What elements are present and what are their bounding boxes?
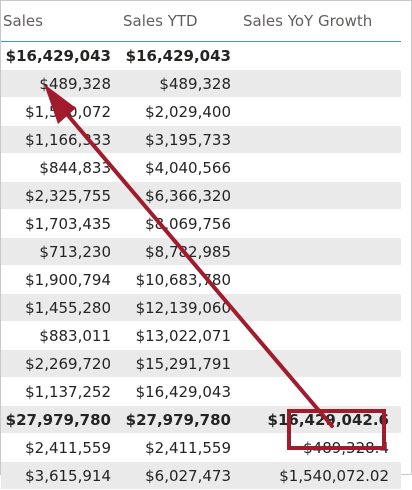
column-header-sales-ytd[interactable]: Sales YTD [117,1,237,42]
matrix-body: $16,429,043 $16,429,043 $489,328 $489,328 $1… [1,41,401,490]
sales-matrix-table: Sales Sales YTD Sales YoY Growth $16,429… [1,1,401,490]
sales-cell: $713,230 [1,237,117,266]
sales-cell: $1,455,280 [1,293,117,322]
sales-cell: $1,137,252 [1,377,117,406]
sales-yoy-growth-cell [237,265,401,294]
header-row: Sales Sales YTD Sales YoY Growth [1,1,401,42]
sales-yoy-growth-cell [237,153,401,182]
sales-cell: $16,429,043 [1,41,117,70]
table-row: $16,429,043 $16,429,043 [1,41,401,70]
sales-ytd-cell: $8,069,756 [117,209,237,238]
sales-cell: $1,900,794 [1,265,117,294]
sales-yoy-growth-cell [237,181,401,210]
table-row: $713,230 $8,782,985 [1,237,401,266]
table-row: $27,979,780 $27,979,780 $16,429,042.6 [1,405,401,434]
sales-yoy-growth-cell [237,293,401,322]
sales-cell: $2,269,720 [1,349,117,378]
table-row: $1,137,252 $16,429,043 [1,377,401,406]
sales-ytd-cell: $15,291,791 [117,349,237,378]
table-row: $2,325,755 $6,366,320 [1,181,401,210]
matrix-visual: Sales Sales YTD Sales YoY Growth $16,429… [0,0,412,490]
sales-ytd-cell: $489,328 [117,69,237,98]
sales-ytd-cell: $6,366,320 [117,181,237,210]
column-header-sales-yoy-growth[interactable]: Sales YoY Growth [237,1,401,42]
sales-yoy-growth-cell: $16,429,042.6 [237,405,401,434]
sales-yoy-growth-cell: $1,540,072.02 [237,461,401,490]
sales-yoy-growth-cell [237,237,401,266]
sales-yoy-growth-cell [237,97,401,126]
table-row: $489,328 $489,328 [1,69,401,98]
sales-yoy-growth-cell [237,69,401,98]
sales-cell: $883,011 [1,321,117,350]
sales-cell: $489,328 [1,69,117,98]
sales-ytd-cell: $16,429,043 [117,377,237,406]
sales-ytd-cell: $16,429,043 [117,41,237,70]
sales-yoy-growth-cell [237,321,401,350]
sales-yoy-growth-cell [237,209,401,238]
sales-ytd-cell: $27,979,780 [117,405,237,434]
sales-cell: $3,615,914 [1,461,117,490]
table-row: $1,455,280 $12,139,060 [1,293,401,322]
sales-ytd-cell: $4,040,566 [117,153,237,182]
sales-ytd-cell: $8,782,985 [117,237,237,266]
sales-yoy-growth-cell [237,377,401,406]
table-row: $844,833 $4,040,566 [1,153,401,182]
sales-ytd-cell: $12,139,060 [117,293,237,322]
sales-ytd-cell: $2,029,400 [117,97,237,126]
sales-cell: $2,411,559 [1,433,117,462]
table-row: $1,166,333 $3,195,733 [1,125,401,154]
table-row: $1,900,794 $10,683,780 [1,265,401,294]
sales-cell: $27,979,780 [1,405,117,434]
table-row: $3,615,914 $6,027,473 $1,540,072.02 [1,461,401,490]
sales-yoy-growth-cell [237,125,401,154]
table-row: $2,269,720 $15,291,791 [1,349,401,378]
table-row: $883,011 $13,022,071 [1,321,401,350]
sales-cell: $2,325,755 [1,181,117,210]
table-row: $2,411,559 $2,411,559 $489,328.4 [1,433,401,462]
column-header-sales[interactable]: Sales [1,1,117,42]
sales-yoy-growth-cell [237,41,401,70]
sales-ytd-cell: $6,027,473 [117,461,237,490]
sales-cell: $844,833 [1,153,117,182]
sales-ytd-cell: $13,022,071 [117,321,237,350]
table-row: $1,540,072 $2,029,400 [1,97,401,126]
sales-ytd-cell: $3,195,733 [117,125,237,154]
sales-yoy-growth-cell [237,349,401,378]
sales-cell: $1,703,435 [1,209,117,238]
sales-ytd-cell: $10,683,780 [117,265,237,294]
sales-yoy-growth-cell: $489,328.4 [237,433,401,462]
sales-cell: $1,540,072 [1,97,117,126]
sales-cell: $1,166,333 [1,125,117,154]
table-row: $1,703,435 $8,069,756 [1,209,401,238]
sales-ytd-cell: $2,411,559 [117,433,237,462]
